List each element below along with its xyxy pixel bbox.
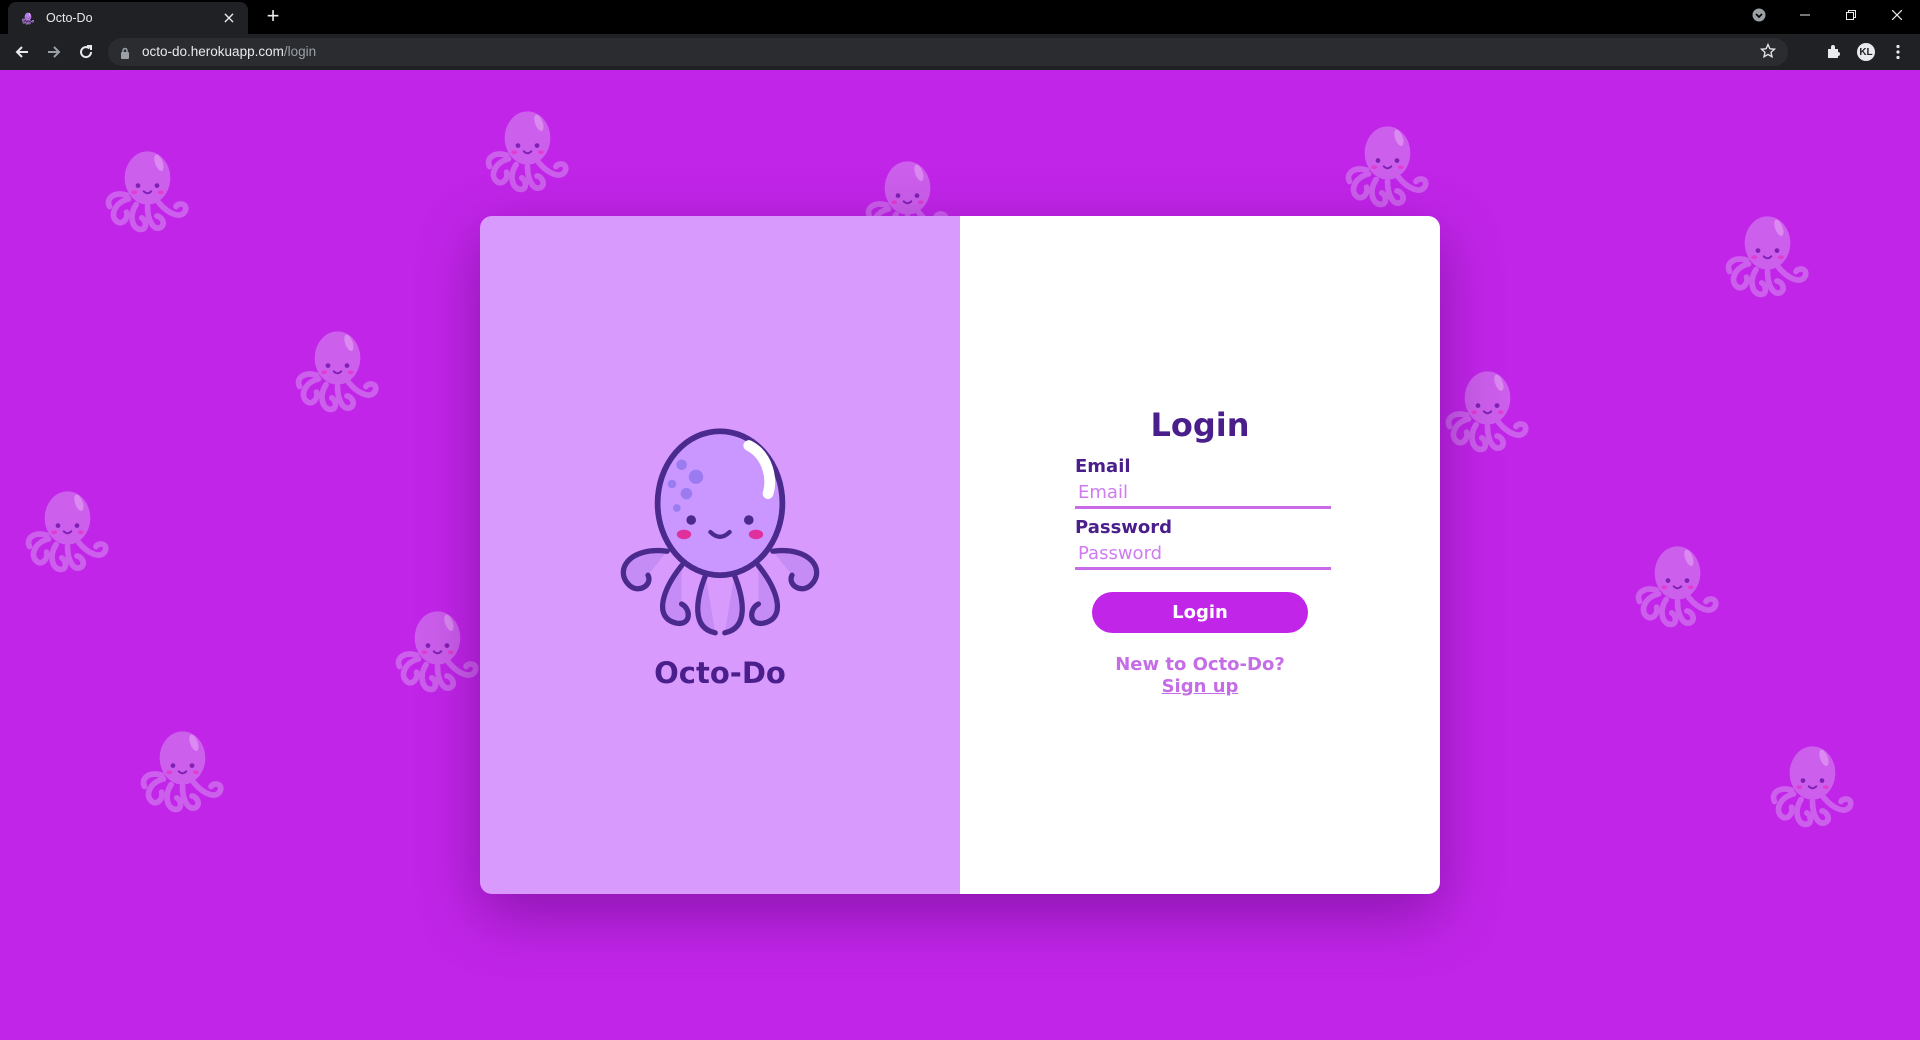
- url-path: /login: [283, 44, 317, 59]
- octopus-background-icon: [1720, 205, 1815, 300]
- close-window-icon[interactable]: [1874, 0, 1920, 30]
- new-tab-button[interactable]: +: [262, 5, 284, 28]
- profile-avatar[interactable]: KL: [1854, 40, 1878, 64]
- octopus-background-icon: [100, 140, 195, 235]
- octopus-background-icon: [1765, 735, 1860, 830]
- browser-tab[interactable]: Octo-Do ×: [8, 2, 248, 34]
- bookmark-star-icon[interactable]: [1759, 42, 1777, 63]
- signup-link[interactable]: Sign up: [1162, 676, 1239, 697]
- email-field[interactable]: [1075, 478, 1331, 509]
- forward-arrow-icon[interactable]: [42, 40, 66, 64]
- address-bar[interactable]: octo-do.herokuapp.com/login: [108, 38, 1788, 66]
- url-text: octo-do.herokuapp.com/login: [142, 44, 316, 59]
- octopus-background-icon: [1340, 115, 1435, 210]
- password-label: Password: [1075, 517, 1173, 538]
- minimize-icon[interactable]: [1782, 0, 1828, 30]
- back-arrow-icon[interactable]: [10, 40, 34, 64]
- brand-panel: Octo-Do: [480, 216, 960, 894]
- octopus-background-icon: [390, 600, 485, 695]
- signup-container: Sign up: [960, 676, 1440, 697]
- login-card: Octo-Do Login Email Password Login New t…: [480, 216, 1440, 894]
- new-user-text: New to Octo-Do?: [1115, 654, 1285, 675]
- menu-kebab-icon[interactable]: [1886, 40, 1910, 64]
- restore-icon[interactable]: [1828, 0, 1874, 30]
- close-tab-icon[interactable]: ×: [220, 9, 238, 27]
- profile-initials: KL: [1857, 43, 1875, 61]
- browser-toolbar: octo-do.herokuapp.com/login KL: [0, 34, 1920, 70]
- password-field[interactable]: [1075, 539, 1331, 570]
- reload-icon[interactable]: [74, 40, 98, 64]
- lock-icon: [120, 45, 130, 64]
- octopus-background-icon: [1630, 535, 1725, 630]
- octopus-logo-icon: [620, 428, 820, 636]
- extensions-puzzle-icon[interactable]: [1822, 40, 1846, 64]
- login-panel: Login Email Password Login New to Octo-D…: [960, 216, 1440, 894]
- url-host: octo-do.herokuapp.com: [142, 44, 284, 59]
- octopus-background-icon: [480, 100, 575, 195]
- login-form: Email Password Login: [1075, 456, 1331, 633]
- octopus-background-icon: [290, 320, 385, 415]
- login-button[interactable]: Login: [1092, 592, 1308, 633]
- octopus-background-icon: [1440, 360, 1535, 455]
- login-page: Octo-Do Login Email Password Login New t…: [0, 70, 1920, 1040]
- page-title: Login: [1150, 406, 1250, 444]
- tab-title: Octo-Do: [46, 11, 93, 25]
- tab-search-icon[interactable]: [1736, 0, 1782, 30]
- octopus-background-icon: [135, 720, 230, 815]
- brand-name: Octo-Do: [654, 656, 786, 690]
- email-label: Email: [1075, 456, 1131, 477]
- browser-tab-bar: Octo-Do × +: [0, 0, 1920, 34]
- octopus-favicon-icon: [20, 10, 36, 26]
- octopus-background-icon: [20, 480, 115, 575]
